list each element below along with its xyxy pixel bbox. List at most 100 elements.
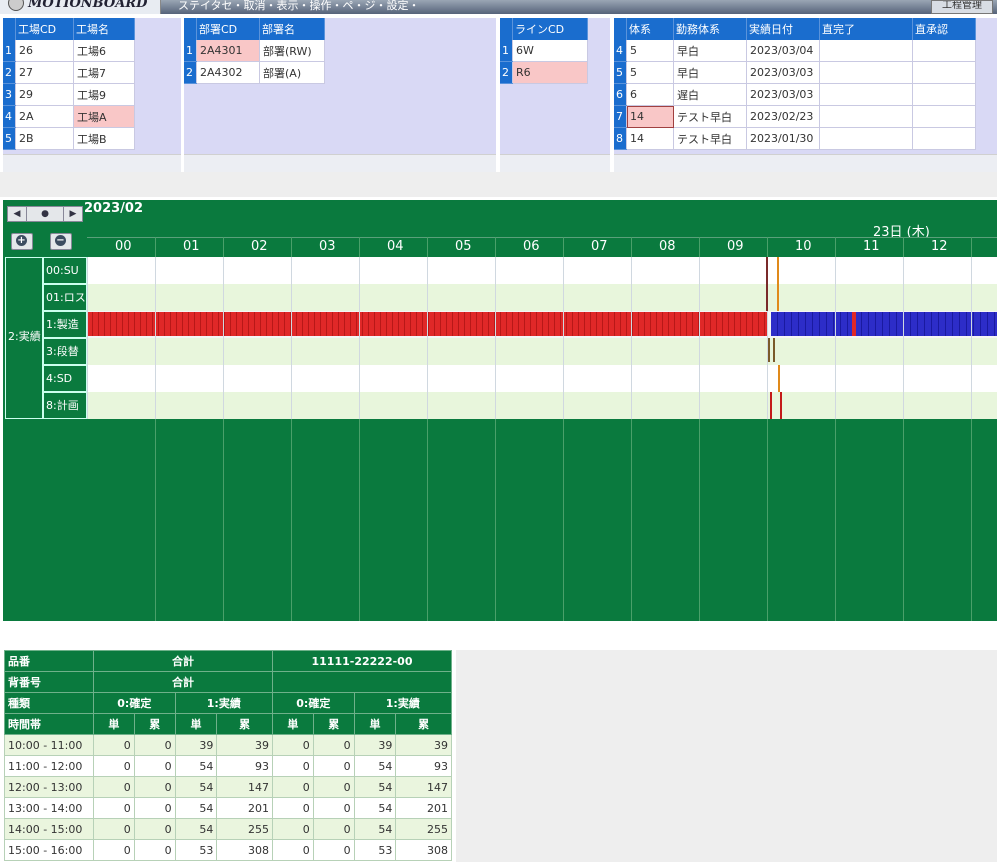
table-row[interactable]: 2 27 工場7 [3, 61, 135, 84]
cell[interactable]: 部署(A) [259, 61, 325, 84]
gantt-month: 2023/02 [84, 201, 144, 216]
table-row[interactable]: 1 6W [500, 40, 588, 62]
row-gridline [699, 392, 700, 419]
zoom-in-button[interactable]: + [11, 233, 33, 250]
cell[interactable]: 2023/03/03 [746, 61, 820, 84]
cell[interactable] [819, 105, 913, 128]
row-gridline [427, 257, 428, 284]
cell-selected[interactable]: 2A4301 [196, 40, 260, 62]
event-marker[interactable] [766, 257, 768, 311]
table-row[interactable]: 15:00 - 16:00 0 0 53 308 0 0 53 308 [4, 839, 452, 861]
cell[interactable]: 2023/03/03 [746, 83, 820, 106]
table-row[interactable]: 11:00 - 12:00 0 0 54 93 0 0 54 93 [4, 755, 452, 777]
event-marker[interactable] [777, 257, 779, 311]
table-row[interactable]: 1 26 工場6 [3, 40, 135, 62]
cell[interactable]: テスト早白 [673, 105, 747, 128]
user-button[interactable]: 工程管理 [931, 0, 993, 14]
row-gridline [631, 257, 632, 284]
table-row[interactable]: 10:00 - 11:00 0 0 39 39 0 0 39 39 [4, 734, 452, 756]
cell[interactable] [912, 40, 976, 62]
cell[interactable]: 2A [15, 105, 74, 128]
column-header-factory-name[interactable]: 工場名 [73, 18, 135, 40]
cell[interactable] [912, 127, 976, 150]
cell[interactable]: 26 [15, 40, 74, 62]
cell[interactable]: 部署(RW) [259, 40, 325, 62]
scroll-right-button[interactable]: ▶ [63, 206, 83, 222]
event-marker[interactable] [768, 338, 770, 362]
column-header-factory-cd[interactable]: 工場CD [15, 18, 74, 40]
production-red-mark[interactable] [852, 312, 856, 336]
cell[interactable]: 工場9 [73, 83, 135, 106]
cell[interactable]: 6 [626, 83, 674, 106]
cell[interactable]: 早白 [673, 61, 747, 84]
cell[interactable]: 2023/01/30 [746, 127, 820, 150]
value-cell: 54 [353, 755, 397, 777]
cell[interactable] [912, 61, 976, 84]
column-header-line-cd[interactable]: ラインCD [512, 18, 588, 40]
time-slot: 13:00 - 14:00 [4, 797, 94, 819]
column-header-shift-system[interactable]: 勤務体系 [673, 18, 747, 40]
dept-table: 部署CD 部署名 1 2A4301 部署(RW) 2 2A4302 部署(A) [184, 18, 325, 84]
cell[interactable]: 2023/03/04 [746, 40, 820, 62]
cell[interactable]: 工場B [73, 127, 135, 150]
column-header-shift-complete[interactable]: 直完了 [819, 18, 913, 40]
cell[interactable]: 14 [626, 127, 674, 150]
table-row[interactable]: 1 2A4301 部署(RW) [184, 40, 325, 62]
row-gridline [155, 365, 156, 392]
cell[interactable] [912, 105, 976, 128]
scroll-center-button[interactable]: ● [26, 206, 64, 222]
table-row[interactable]: 8 14 テスト早白 2023/01/30 [614, 127, 976, 150]
column-header-shift-approve[interactable]: 直承認 [912, 18, 976, 40]
event-marker[interactable] [770, 392, 772, 419]
column-header-date[interactable]: 実績日付 [746, 18, 820, 40]
summary-body: 10:00 - 11:00 0 0 39 39 0 0 39 39 11:00 - 12:00 0 0… [4, 734, 452, 861]
cell[interactable]: 工場7 [73, 61, 135, 84]
table-row[interactable]: 2 2A4302 部署(A) [184, 61, 325, 84]
table-row[interactable]: 12:00 - 13:00 0 0 54 147 0 0 54 147 [4, 776, 452, 798]
table-row[interactable]: 5 5 早白 2023/03/03 [614, 61, 976, 84]
column-header-system[interactable]: 体系 [626, 18, 674, 40]
cell[interactable]: 早白 [673, 40, 747, 62]
cell[interactable]: 6W [512, 40, 588, 62]
cell[interactable]: 5 [626, 40, 674, 62]
time-slot: 15:00 - 16:00 [4, 839, 94, 861]
cell[interactable] [819, 61, 913, 84]
table-row[interactable]: 4 5 早白 2023/03/04 [614, 40, 976, 62]
zoom-out-button[interactable]: − [50, 233, 72, 250]
cell[interactable]: 遅白 [673, 83, 747, 106]
row-gridline [155, 257, 156, 284]
column-header-dept-name[interactable]: 部署名 [259, 18, 325, 40]
cell[interactable]: 27 [15, 61, 74, 84]
cell[interactable]: 2023/02/23 [746, 105, 820, 128]
cell[interactable]: 2B [15, 127, 74, 150]
header-cumulative: 累 [312, 713, 355, 735]
event-marker[interactable] [780, 392, 782, 419]
cell[interactable] [819, 40, 913, 62]
cell[interactable] [819, 127, 913, 150]
table-row[interactable]: 6 6 遅白 2023/03/03 [614, 83, 976, 106]
cell[interactable]: 5 [626, 61, 674, 84]
cell-selected[interactable]: 14 [626, 105, 674, 128]
event-marker[interactable] [778, 365, 780, 392]
row-gridline [631, 284, 632, 311]
table-row[interactable]: 7 14 テスト早白 2023/02/23 [614, 105, 976, 128]
table-row[interactable]: 5 2B 工場B [3, 127, 135, 150]
cell-selected[interactable]: R6 [512, 61, 588, 84]
table-row[interactable]: 14:00 - 15:00 0 0 54 255 0 0 54 255 [4, 818, 452, 840]
scroll-left-button[interactable]: ◀ [7, 206, 27, 222]
column-header-dept-cd[interactable]: 部署CD [196, 18, 260, 40]
main-menu[interactable]: ステイタセ・取消・表示・操作・ペ・ジ・設定・ [178, 0, 420, 13]
cell-selected[interactable]: 工場A [73, 105, 135, 128]
table-row[interactable]: 13:00 - 14:00 0 0 54 201 0 0 54 201 [4, 797, 452, 819]
cell[interactable] [819, 83, 913, 106]
event-marker[interactable] [773, 338, 775, 362]
table-row[interactable]: 3 29 工場9 [3, 83, 135, 106]
cell[interactable]: 29 [15, 83, 74, 106]
cell[interactable]: 2A4302 [196, 61, 260, 84]
cell[interactable]: テスト早白 [673, 127, 747, 150]
table-row[interactable]: 4 2A 工場A [3, 105, 135, 128]
production-bar-post[interactable] [771, 312, 997, 336]
cell[interactable]: 工場6 [73, 40, 135, 62]
cell[interactable] [912, 83, 976, 106]
table-row[interactable]: 2 R6 [500, 61, 588, 84]
